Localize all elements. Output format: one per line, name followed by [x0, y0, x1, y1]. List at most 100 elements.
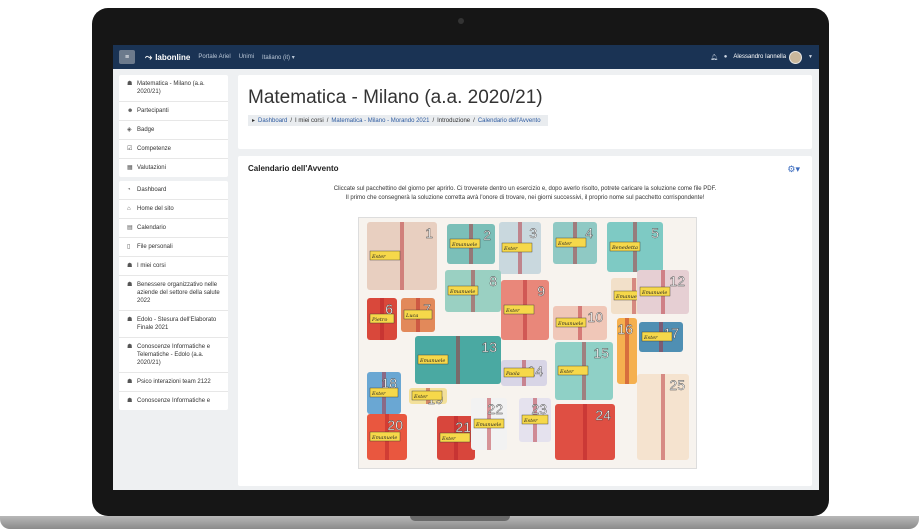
intro-text: Cliccate sul pacchettino del giorno per … — [248, 185, 802, 203]
menu-toggle-button[interactable]: ≡ — [119, 50, 135, 64]
advent-day-7[interactable]: 7Luca — [401, 298, 435, 332]
day-number: 4 — [585, 225, 593, 241]
page-header: Matematica - Milano (a.a. 2020/21) ▸ Das… — [238, 75, 812, 149]
user-name[interactable]: Alessandro Iannella — [733, 54, 786, 60]
gear-icon[interactable]: ⚙▾ — [787, 164, 800, 175]
advent-calendar-svg: 1 Ester 2 Emanuele 3 Ester 4 Ester 5 Benedetta 6Pi… — [367, 222, 689, 460]
name-tag-text: Emanuele — [449, 289, 475, 295]
advent-day-19[interactable]: 19Ester — [409, 388, 447, 407]
name-tag-text: Ester — [505, 308, 520, 314]
day-number: 5 — [651, 225, 659, 241]
language-menu[interactable]: Italiano (it) ▾ — [262, 54, 295, 61]
sidebar-item-label: Benessere organizzativo nelle aziende de… — [137, 282, 220, 304]
advent-day-24[interactable]: 24 — [555, 404, 615, 460]
chat-icon[interactable]: ● — [724, 54, 728, 60]
sidebar-item[interactable]: ◔ Dashboard — [119, 181, 228, 200]
activity-card: Calendario dell'Avvento ⚙▾ Cliccate sul … — [238, 156, 812, 486]
sidebar-item[interactable]: ☗ Psico interazioni team 2122 — [119, 373, 228, 392]
nav-link-portale-ariel[interactable]: Portale Ariel — [198, 54, 230, 60]
sidebar-item-label: Partecipanti — [137, 108, 169, 114]
name-tag-text: Emanuele — [371, 435, 397, 441]
day-number: 9 — [537, 283, 545, 299]
logo-icon: ⤳ — [145, 51, 153, 62]
advent-calendar-image: 1 Ester 2 Emanuele 3 Ester 4 Ester 5 Benedetta 6 Pi… — [358, 217, 697, 469]
advent-day-5[interactable]: 5 Benedetta — [607, 222, 663, 272]
advent-day-16[interactable]: 16 — [617, 318, 637, 384]
breadcrumb-dashboard[interactable]: Dashboard — [258, 118, 287, 124]
name-tag-text: Paola — [505, 371, 520, 377]
name-tag-text: Emanuele — [475, 422, 501, 428]
advent-day-23[interactable]: 23Ester — [519, 398, 551, 442]
advent-day-18[interactable]: 18Ester — [367, 372, 401, 414]
sidebar-item[interactable]: ☑ Competenze — [119, 140, 228, 159]
nav-link-unimi[interactable]: Unimi — [239, 54, 254, 60]
sidebar-item[interactable]: ▦ Valutazioni — [119, 159, 228, 177]
advent-day-8[interactable]: 8 Emanuele — [445, 270, 501, 312]
advent-day-12[interactable]: 12Emanuele — [637, 270, 689, 314]
sidebar-item-icon: ☻ — [127, 108, 134, 114]
sidebar-item-label: Valutazioni — [137, 165, 166, 171]
sidebar-item[interactable]: ☗ Conoscenze Informatiche e Telematiche -… — [119, 338, 228, 373]
advent-day-14[interactable]: 14Paola — [501, 360, 547, 386]
site-logo[interactable]: ⤳ labonline — [145, 52, 190, 63]
advent-day-25[interactable]: 25 — [637, 374, 689, 460]
sidebar-item[interactable]: ☗ I miei corsi — [119, 257, 228, 276]
advent-day-20[interactable]: 20 Emanuele — [367, 414, 407, 460]
day-number: 25 — [669, 377, 685, 393]
advent-day-22[interactable]: 22 Emanuele — [471, 398, 507, 450]
day-number: 1 — [425, 225, 433, 241]
advent-day-17[interactable]: 17Ester — [639, 322, 683, 352]
sidebar-item[interactable]: ▯ File personali — [119, 238, 228, 257]
sidebar-item[interactable]: ☗ Conoscenze Informatiche e — [119, 392, 228, 410]
name-tag-text: Ester — [441, 436, 456, 442]
name-tag-text: Pietro — [371, 317, 387, 323]
sidebar-item[interactable]: ⌂ Home del sito — [119, 200, 228, 219]
name-tag-text: Benedetta — [611, 245, 638, 251]
day-number: 22 — [487, 401, 503, 417]
breadcrumb-course[interactable]: Matematica - Milano - Morando 2021 — [331, 118, 429, 124]
sidebar-item-label: File personali — [137, 244, 173, 250]
advent-day-10[interactable]: 10 Emanuele — [553, 306, 607, 340]
sidebar-item[interactable]: ☗ Edolo - Stesura dell'Elaborato Finale 2… — [119, 311, 228, 338]
advent-day-9[interactable]: 9 Ester — [501, 280, 549, 340]
day-number: 8 — [489, 273, 497, 289]
advent-day-21[interactable]: 21Ester — [437, 416, 475, 460]
sidebar-item[interactable]: ☗ Benessere organizzativo nelle aziende d… — [119, 276, 228, 311]
advent-day-13[interactable]: 13 Emanuele — [415, 336, 501, 384]
name-tag-text: Emanuele — [419, 358, 445, 364]
page-title: Matematica - Milano (a.a. 2020/21) — [248, 87, 543, 108]
advent-day-6[interactable]: 6Pietro — [367, 298, 397, 340]
sidebar-item[interactable]: ☻ Partecipanti — [119, 102, 228, 121]
gift-ribbon — [456, 336, 460, 384]
sidebar-item-label: Psico interazioni team 2122 — [137, 379, 211, 385]
breadcrumb: ▸ Dashboard / I miei corsi / Matematica - … — [248, 115, 548, 126]
breadcrumb-my-courses[interactable]: I miei corsi — [295, 118, 324, 124]
advent-day-15[interactable]: 15 Ester — [555, 342, 613, 400]
day-number: 15 — [593, 345, 609, 361]
chevron-down-icon[interactable]: ▼ — [808, 54, 813, 60]
name-tag-text: Luca — [405, 313, 418, 319]
sidebar-item[interactable]: ◈ Badge — [119, 121, 228, 140]
advent-day-4[interactable]: 4 Ester — [553, 222, 597, 264]
avatar[interactable] — [789, 50, 803, 64]
bell-icon[interactable]: 🔔︎ — [710, 54, 718, 61]
sidebar-item-icon: ☗ — [127, 317, 133, 323]
sidebar-item-label: I miei corsi — [137, 263, 166, 269]
name-tag-text: Ester — [371, 254, 386, 260]
day-number: 24 — [595, 407, 611, 423]
name-tag-text: Ester — [503, 246, 518, 252]
sidebar-item-icon: ☗ — [127, 398, 133, 404]
brand-name: labonline — [155, 52, 191, 62]
sidebar-item[interactable]: ▤ Calendario — [119, 219, 228, 238]
advent-day-3[interactable]: 3 Ester — [499, 222, 541, 274]
day-number: 23 — [531, 401, 547, 417]
breadcrumb-activity[interactable]: Calendario dell'Avvento — [478, 118, 541, 124]
sidebar-item[interactable]: ☗ Matematica - Milano (a.a. 2020/21) — [119, 75, 228, 102]
advent-day-1[interactable]: 1 Ester — [367, 222, 437, 290]
advent-day-2[interactable]: 2 Emanuele — [447, 224, 495, 264]
sidebar-item-icon: ▤ — [127, 225, 133, 231]
breadcrumb-section[interactable]: Introduzione — [437, 118, 470, 124]
day-number: 2 — [483, 227, 491, 243]
sidebar-item-icon: ⌂ — [127, 206, 131, 212]
gift-ribbon — [661, 374, 665, 460]
